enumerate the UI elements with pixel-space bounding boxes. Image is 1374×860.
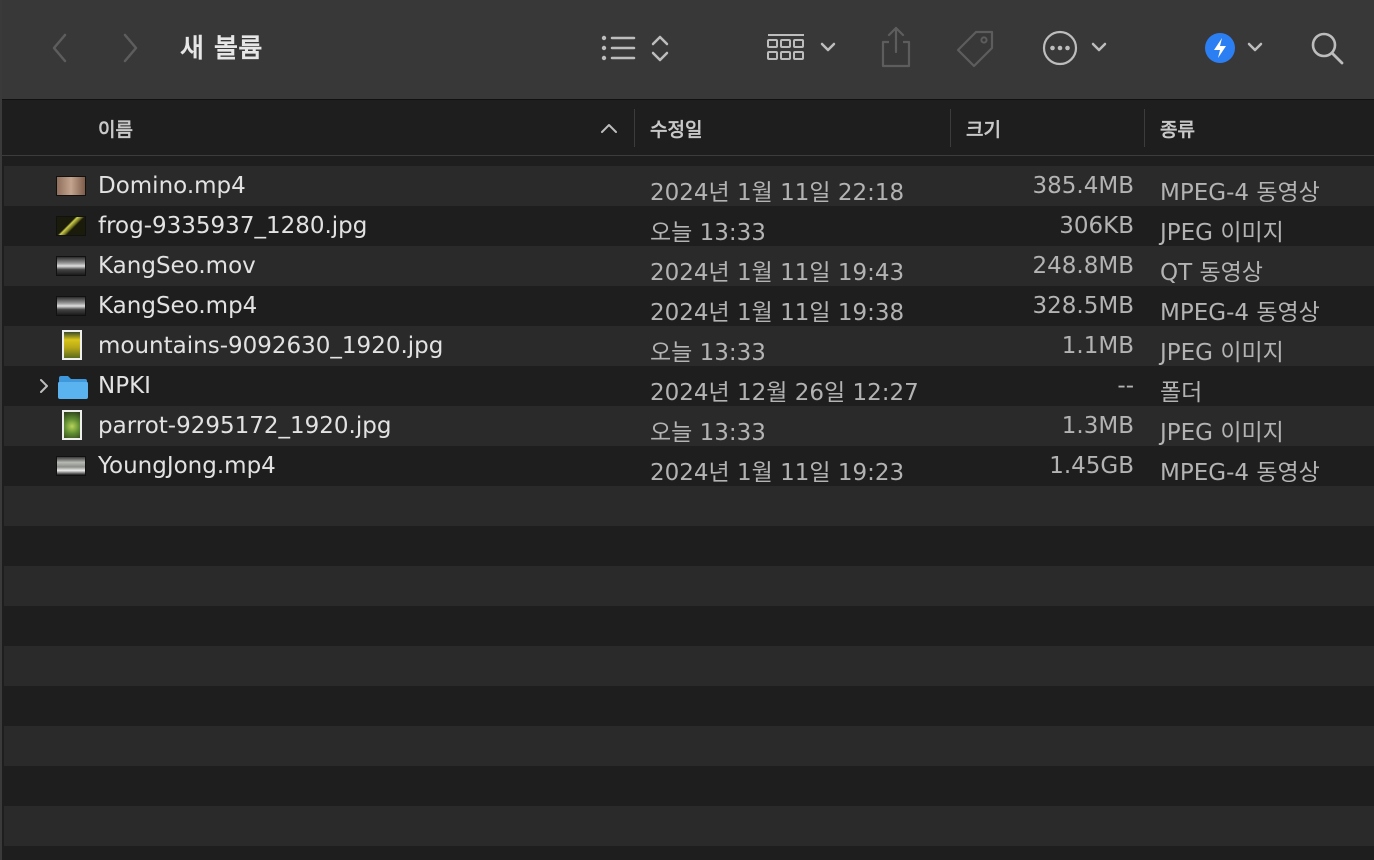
folder-row[interactable]: NPKI 2024년 12월 26일 12:27 -- 폴더 [4, 366, 1374, 406]
file-list: Domino.mp4 2024년 1월 11일 22:18 385.4MB MP… [4, 166, 1374, 860]
column-modified-header[interactable]: 수정일 [650, 115, 702, 142]
file-row[interactable]: KangSeo.mp4 2024년 1월 11일 19:38 328.5MB M… [4, 286, 1374, 326]
file-kind: JPEG 이미지 [1160, 340, 1284, 366]
column-name-header[interactable]: 이름 [98, 115, 133, 142]
empty-row [4, 726, 1374, 766]
empty-row [4, 526, 1374, 566]
action-icon [1205, 33, 1263, 63]
file-modified: 오늘 13:33 [650, 220, 766, 246]
column-divider[interactable] [950, 109, 951, 147]
video-thumbnail-icon [56, 176, 86, 196]
file-name: frog-9335937_1280.jpg [98, 213, 368, 239]
empty-row [4, 766, 1374, 806]
file-row[interactable]: parrot-9295172_1920.jpg 오늘 13:33 1.3MB J… [4, 406, 1374, 446]
file-name: Domino.mp4 [98, 173, 246, 199]
file-kind: JPEG 이미지 [1160, 220, 1284, 246]
file-row[interactable]: Domino.mp4 2024년 1월 11일 22:18 385.4MB MP… [4, 166, 1374, 206]
empty-row [4, 566, 1374, 606]
column-divider[interactable] [634, 109, 635, 147]
search-button[interactable] [1304, 26, 1350, 70]
file-size: 306KB [1059, 213, 1134, 239]
file-row[interactable]: KangSeo.mov 2024년 1월 11일 19:43 248.8MB Q… [4, 246, 1374, 286]
file-kind: MPEG-4 동영상 [1160, 180, 1320, 206]
toolbar: 새 볼륨 [2, 0, 1374, 100]
file-modified: 2024년 1월 11일 19:23 [650, 460, 905, 486]
file-name: parrot-9295172_1920.jpg [98, 413, 392, 439]
more-actions-button[interactable] [1038, 26, 1114, 70]
video-thumbnail-icon [56, 256, 86, 276]
search-icon [1311, 32, 1344, 65]
file-row[interactable]: YoungJong.mp4 2024년 1월 11일 19:23 1.45GB … [4, 446, 1374, 486]
empty-row [4, 686, 1374, 726]
sort-ascending-icon[interactable] [599, 121, 619, 135]
forward-button[interactable] [116, 30, 144, 66]
empty-row [4, 646, 1374, 686]
file-modified: 오늘 13:33 [650, 420, 766, 446]
ellipsis-circle-icon [1042, 30, 1107, 66]
file-row[interactable]: frog-9335937_1280.jpg 오늘 13:33 306KB JPE… [4, 206, 1374, 246]
file-kind: MPEG-4 동영상 [1160, 300, 1320, 326]
file-name: KangSeo.mov [98, 253, 256, 279]
list-view-icon [601, 35, 669, 62]
window-title: 새 볼륨 [180, 34, 263, 64]
file-name: NPKI [98, 373, 151, 399]
tag-icon [956, 30, 994, 68]
file-size: 1.1MB [1061, 333, 1134, 359]
empty-row [4, 486, 1374, 526]
share-button[interactable] [876, 24, 916, 70]
file-size: 248.8MB [1032, 253, 1134, 279]
column-divider[interactable] [1144, 109, 1145, 147]
file-size: 1.45GB [1049, 453, 1134, 479]
file-modified: 2024년 12월 26일 12:27 [650, 380, 919, 406]
view-options-button[interactable] [598, 28, 674, 68]
folder-icon [58, 376, 88, 399]
file-size: 1.3MB [1061, 413, 1134, 439]
file-size: 385.4MB [1032, 173, 1134, 199]
image-thumbnail-icon [62, 410, 82, 440]
grid-group-icon [767, 34, 836, 60]
chevron-left-icon [52, 33, 67, 63]
file-kind: MPEG-4 동영상 [1160, 460, 1320, 486]
image-thumbnail-icon [62, 330, 82, 360]
file-modified: 2024년 1월 11일 19:43 [650, 260, 905, 286]
file-name: mountains-9092630_1920.jpg [98, 333, 444, 359]
tags-button[interactable] [952, 26, 998, 70]
file-modified: 오늘 13:33 [650, 340, 766, 366]
disclosure-triangle-icon[interactable] [35, 377, 53, 395]
back-button[interactable] [46, 30, 74, 66]
finder-window: 새 볼륨 이름 수정일 크기 종류 Domino.mp4 2024년 1월 11… [0, 0, 1374, 860]
file-size: 328.5MB [1032, 293, 1134, 319]
column-size-header[interactable]: 크기 [966, 115, 1001, 142]
video-thumbnail-icon [56, 296, 86, 316]
column-kind-header[interactable]: 종류 [1160, 115, 1195, 142]
file-size: -- [1117, 373, 1134, 399]
file-modified: 2024년 1월 11일 19:38 [650, 300, 905, 326]
video-thumbnail-icon [56, 456, 86, 476]
chevron-right-icon [123, 33, 138, 63]
share-icon [881, 26, 911, 68]
file-row[interactable]: mountains-9092630_1920.jpg 오늘 13:33 1.1M… [4, 326, 1374, 366]
file-name: YoungJong.mp4 [98, 453, 276, 479]
empty-row [4, 606, 1374, 646]
file-name: KangSeo.mp4 [98, 293, 258, 319]
file-modified: 2024년 1월 11일 22:18 [650, 180, 905, 206]
file-kind: QT 동영상 [1160, 260, 1263, 286]
empty-row [4, 806, 1374, 846]
group-button[interactable] [764, 28, 842, 68]
image-thumbnail-icon [56, 216, 86, 236]
file-kind: 폴더 [1160, 380, 1203, 406]
column-header: 이름 수정일 크기 종류 [2, 101, 1374, 156]
quick-action-button[interactable] [1200, 26, 1270, 70]
file-kind: JPEG 이미지 [1160, 420, 1284, 446]
